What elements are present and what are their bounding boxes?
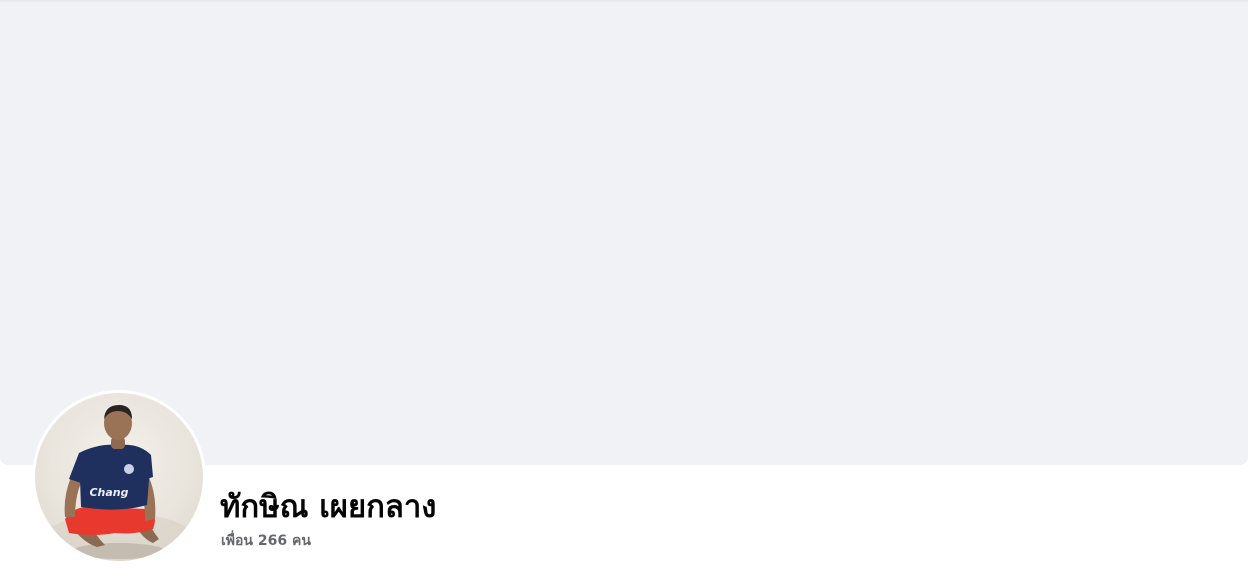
jersey-sponsor-text: Chang xyxy=(89,486,128,499)
profile-page: Chang ทักษิณ เผยกลาง เพื่อน 266 คน xyxy=(0,0,1248,579)
profile-name[interactable]: ทักษิณ เผยกลาง xyxy=(220,487,436,527)
friends-count-link[interactable]: เพื่อน 266 คน xyxy=(221,531,311,551)
cover-photo-area[interactable] xyxy=(0,3,1248,465)
profile-picture-frame[interactable]: Chang xyxy=(32,390,206,564)
profile-picture[interactable]: Chang xyxy=(35,393,203,561)
profile-photo-icon: Chang xyxy=(39,405,199,561)
